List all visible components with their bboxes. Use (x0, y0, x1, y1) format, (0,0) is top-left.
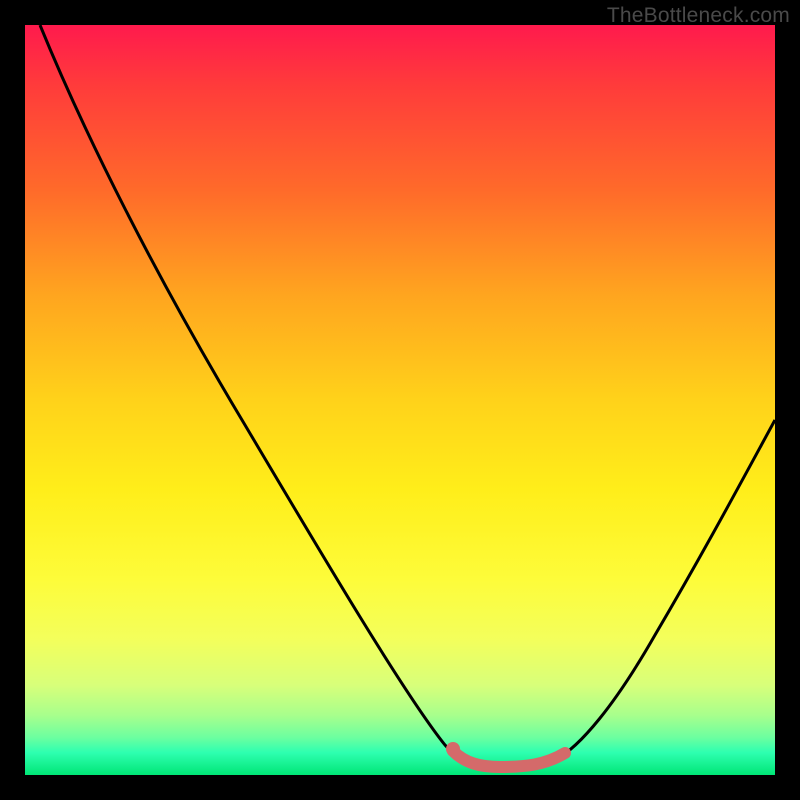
optimal-point-dot (446, 742, 460, 756)
bottleneck-curve (40, 25, 775, 767)
optimal-range-marker (453, 751, 565, 767)
chart-svg (25, 25, 775, 775)
watermark-text: TheBottleneck.com (607, 4, 790, 28)
chart-frame: TheBottleneck.com (0, 0, 800, 800)
